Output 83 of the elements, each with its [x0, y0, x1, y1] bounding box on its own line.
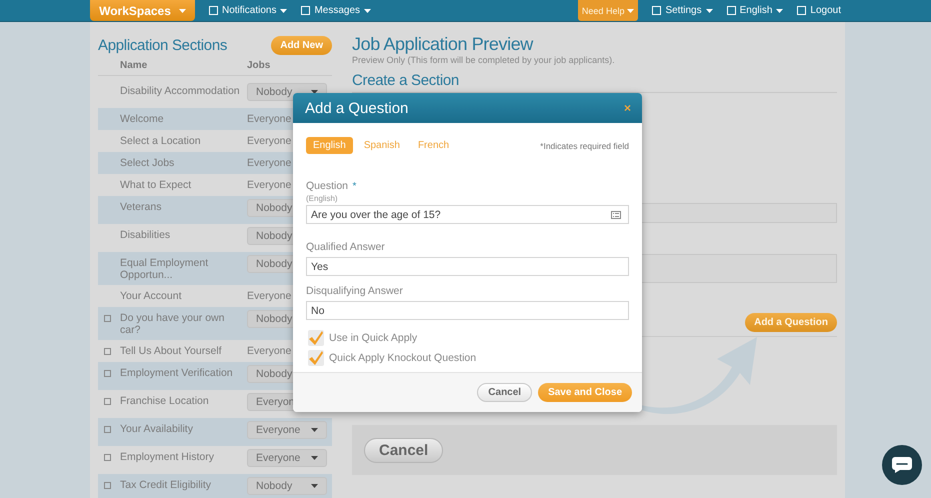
page-subtitle: Preview Only (This form will be completed by your job applicants).	[352, 55, 616, 65]
help-button[interactable]: Need Help	[578, 0, 638, 21]
workspaces-menu-button[interactable]: WorkSpaces	[90, 0, 195, 21]
page-title: Job Application Preview	[352, 34, 534, 55]
nav-menu[interactable]: Messages	[301, 5, 372, 16]
jobs-value: Everyone	[247, 135, 292, 147]
cancel-button[interactable]: Cancel	[364, 438, 444, 462]
section-name[interactable]: Do you have your own car?	[120, 312, 247, 336]
caret-icon	[280, 8, 288, 12]
column-header: Name	[120, 60, 148, 71]
chat-button[interactable]	[882, 445, 922, 485]
section-name[interactable]: What to Expect	[120, 179, 247, 191]
section-name[interactable]: Welcome	[120, 113, 247, 125]
column-header: Jobs	[247, 60, 272, 71]
field-label: Question	[306, 180, 348, 192]
caret-icon	[706, 8, 713, 12]
section-name[interactable]: Your Availability	[120, 423, 247, 435]
square-icon	[301, 6, 310, 15]
required-note: *Indicates required field	[540, 140, 629, 150]
checkbox[interactable]	[308, 330, 324, 346]
jobs-value: Everyone	[247, 113, 292, 125]
square-icon	[652, 6, 662, 15]
section-name[interactable]: Equal Employment Opportun...	[120, 257, 247, 281]
section-name[interactable]: Veterans	[120, 201, 247, 213]
checkbox[interactable]	[308, 350, 324, 366]
caret-icon	[364, 8, 372, 12]
section-name[interactable]: Disability Accommodation	[120, 85, 247, 97]
nav-menu[interactable]: Logout	[797, 5, 841, 16]
jobs-dropdown[interactable]: Nobody	[247, 477, 327, 495]
caret-icon	[627, 8, 634, 12]
add-question-button[interactable]: Add a Question	[745, 313, 837, 332]
caret-icon	[311, 456, 318, 460]
checkbox[interactable]	[104, 315, 111, 322]
language-tab[interactable]: Spanish	[356, 137, 407, 154]
language-tab[interactable]: French	[410, 137, 456, 154]
jobs-value: Everyone	[247, 179, 292, 191]
checkbox[interactable]	[104, 426, 111, 433]
section-name[interactable]: Select a Location	[120, 135, 247, 147]
square-icon	[726, 6, 736, 15]
caret-icon	[311, 484, 318, 488]
cancel-button[interactable]: Cancel	[477, 383, 532, 402]
checkmark-icon	[308, 330, 324, 346]
caret-icon	[178, 8, 186, 12]
chat-bubble-icon	[891, 456, 913, 474]
qualified-answer-field[interactable]: Yes	[306, 257, 629, 276]
dialog-title: Add a Question	[305, 100, 408, 116]
save-button[interactable]: Save and Close	[538, 383, 632, 402]
option-label: Quick Apply Knockout Question	[329, 352, 476, 364]
jobs-value: Everyone	[247, 157, 292, 169]
caret-icon	[776, 8, 784, 12]
section-name[interactable]: Employment Verification	[120, 367, 247, 379]
square-icon	[797, 6, 806, 15]
disqualifying-answer-field[interactable]: No	[306, 301, 629, 320]
jobs-dropdown[interactable]: Everyone	[247, 449, 327, 467]
section-name[interactable]: Tax Credit Eligibility	[120, 479, 247, 491]
checkbox[interactable]	[104, 398, 111, 405]
question-field[interactable]: Are you over the age of 15?	[306, 205, 629, 224]
caret-icon	[311, 428, 318, 432]
section-heading: Application Sections	[98, 36, 228, 54]
nav-menu[interactable]: English	[726, 5, 784, 16]
checkbox[interactable]	[104, 370, 111, 377]
section-name[interactable]: Disabilities	[120, 229, 247, 241]
section-name[interactable]: Tell Us About Yourself	[120, 345, 247, 357]
add-new-button[interactable]: Add New	[271, 36, 332, 54]
square-icon	[209, 6, 218, 15]
language-tab[interactable]: English	[306, 137, 353, 154]
nav-menu[interactable]: Settings	[652, 5, 713, 16]
nav-menu[interactable]: Notifications	[209, 5, 288, 16]
close-button[interactable]: ×	[624, 101, 631, 115]
required-mark: *	[352, 181, 356, 192]
jobs-value: Everyone	[247, 345, 292, 357]
section-name[interactable]: Your Account	[120, 290, 247, 302]
list-icon	[611, 210, 621, 218]
jobs-value: Everyone	[247, 290, 292, 302]
checkbox[interactable]	[104, 454, 111, 461]
jobs-dropdown[interactable]: Everyone	[247, 421, 327, 439]
field-label: Disqualifying Answer	[306, 285, 403, 297]
section-name[interactable]: Employment History	[120, 451, 247, 463]
checkbox[interactable]	[104, 482, 111, 489]
option-label: Use in Quick Apply	[329, 332, 418, 344]
checkbox[interactable]	[104, 348, 111, 355]
section-name[interactable]: Select Jobs	[120, 157, 247, 169]
section-name[interactable]: Franchise Location	[120, 395, 247, 407]
